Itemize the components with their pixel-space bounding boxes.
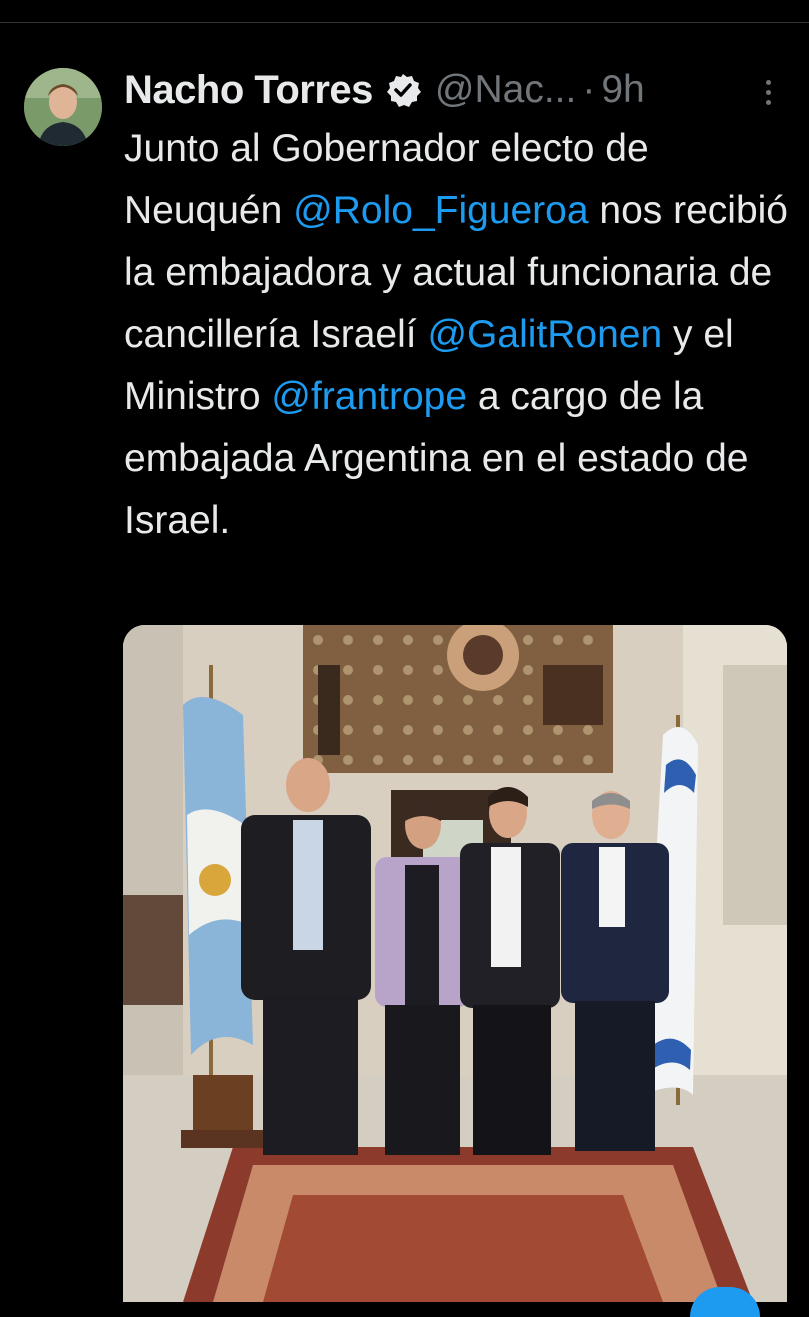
more-options-icon[interactable] <box>758 72 778 112</box>
avatar[interactable] <box>24 68 102 146</box>
separator-dot: · <box>582 68 596 111</box>
top-divider <box>0 0 809 23</box>
author-handle[interactable]: @Nac... <box>435 68 576 112</box>
mention-frantrope[interactable]: @frantrope <box>271 375 467 418</box>
mention-galit-ronen[interactable]: @GalitRonen <box>427 313 662 356</box>
tweet-header: Nacho Torres @Nac... · 9h <box>124 62 784 118</box>
mention-rolo-figueroa[interactable]: @Rolo_Figueroa <box>293 189 588 232</box>
verified-badge-icon <box>385 72 421 108</box>
tweet-photo[interactable] <box>123 625 787 1302</box>
author-name[interactable]: Nacho Torres <box>124 68 373 113</box>
tweet-text: Junto al Gobernador electo de Neuquén @R… <box>124 118 794 552</box>
timestamp[interactable]: 9h <box>601 68 644 112</box>
tweet[interactable]: Nacho Torres @Nac... · 9h Junto al Gober… <box>0 22 809 1317</box>
